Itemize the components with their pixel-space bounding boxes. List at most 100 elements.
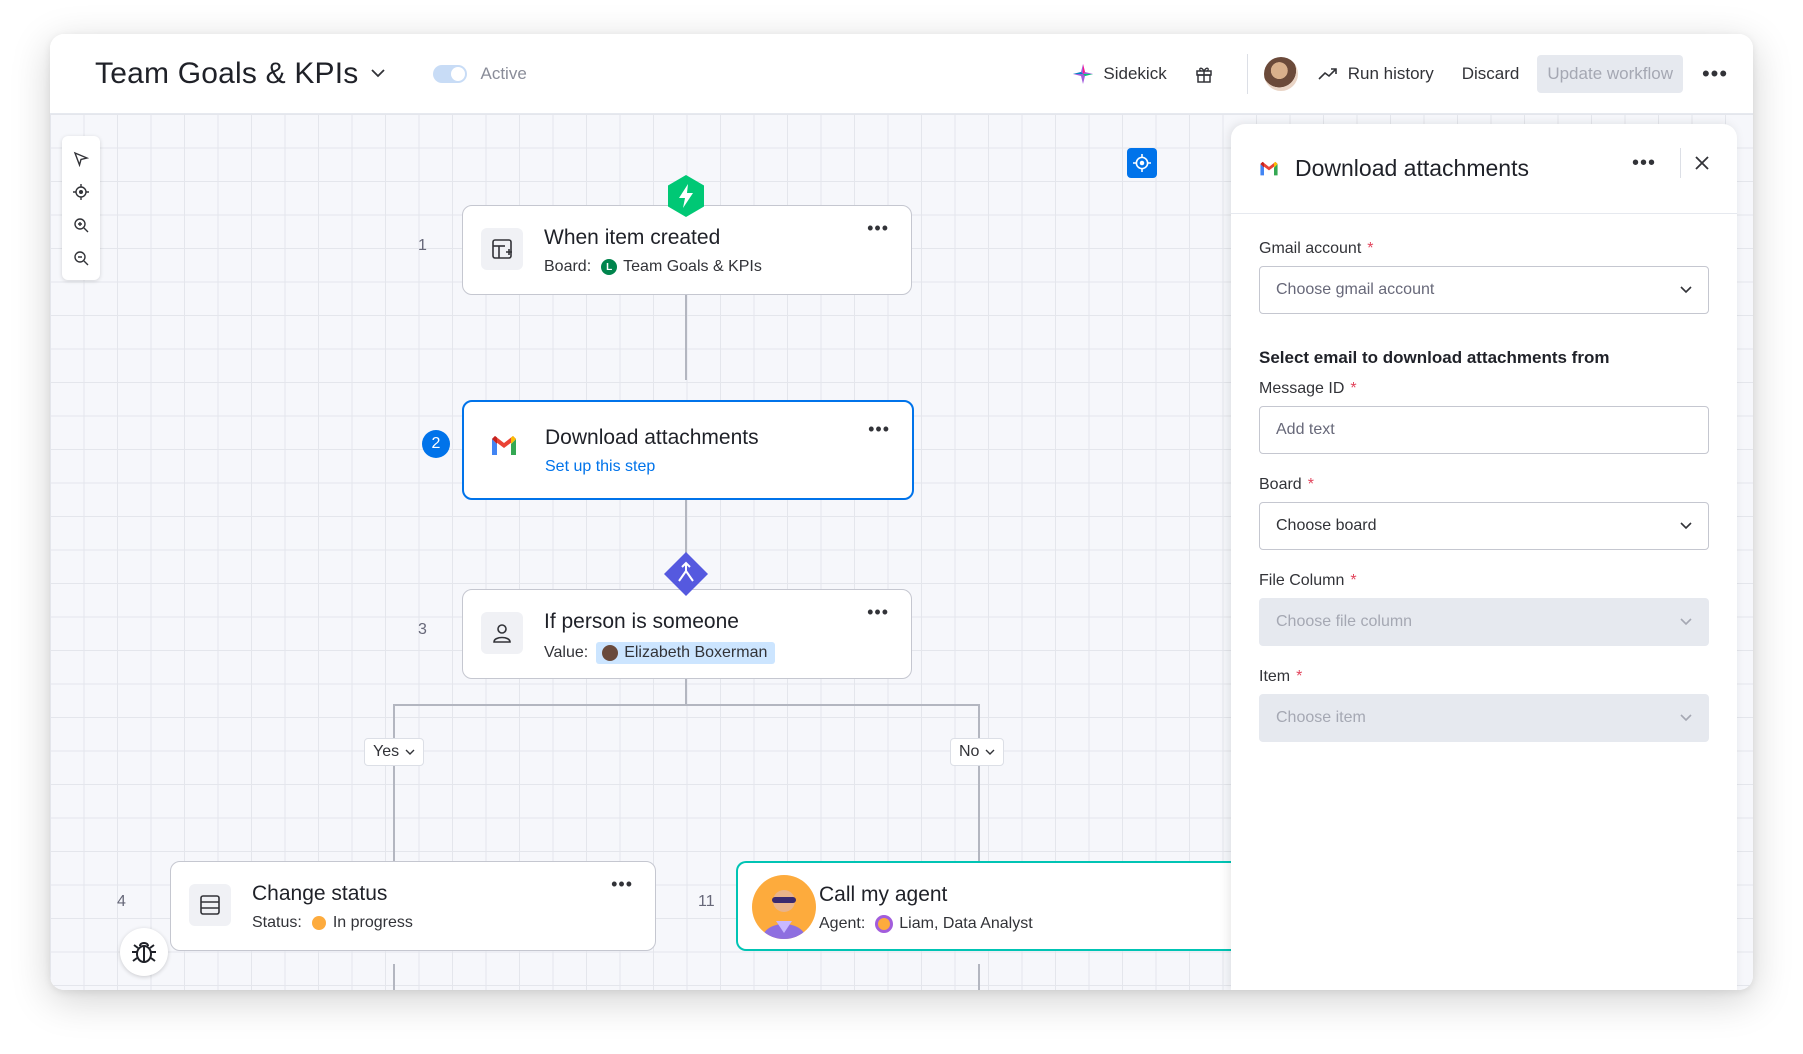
step-sub-label: Agent: xyxy=(819,915,866,932)
more-icon[interactable]: ••• xyxy=(1622,152,1666,175)
chevron-down-icon xyxy=(985,749,995,755)
step-title: Download attachments xyxy=(545,426,759,449)
connector xyxy=(393,964,395,990)
board-select[interactable]: Choose board xyxy=(1259,502,1709,550)
step-subtitle: Board: L Team Goals & KPIs xyxy=(544,258,762,276)
setup-step-link[interactable]: Set up this step xyxy=(545,458,655,476)
item-select[interactable]: Choose item xyxy=(1259,694,1709,742)
connector xyxy=(393,704,395,880)
field-label: Gmail account * xyxy=(1259,240,1709,258)
gift-button[interactable] xyxy=(1181,54,1237,94)
step-card-agent[interactable]: Call my agent Agent: Liam, Data Analyst xyxy=(736,861,1256,951)
step-card-trigger[interactable]: When item created Board: L Team Goals & … xyxy=(462,205,912,295)
step-title: When item created xyxy=(544,226,721,249)
field-label: File Column * xyxy=(1259,572,1709,590)
panel-header: Download attachments ••• xyxy=(1231,124,1737,214)
status-value: In progress xyxy=(332,914,413,931)
connector xyxy=(978,704,980,880)
message-id-placeholder: Add text xyxy=(1276,421,1335,438)
step-sub-label: Board: xyxy=(544,258,592,275)
gift-icon xyxy=(1195,67,1212,83)
avatar xyxy=(875,915,894,933)
board-letter: L xyxy=(601,259,618,275)
field-label: Board * xyxy=(1259,476,1709,494)
pointer-icon[interactable] xyxy=(70,148,92,170)
step-subtitle: Status: In progress xyxy=(252,914,413,932)
panel-body: Gmail account * Choose gmail account Sele… xyxy=(1231,214,1737,742)
board-placeholder: Choose board xyxy=(1276,517,1377,534)
required-mark: * xyxy=(1307,476,1314,493)
board-label: Board xyxy=(1259,476,1302,493)
sidekick-button[interactable]: Sidekick xyxy=(1059,54,1180,94)
table-icon xyxy=(189,884,231,926)
step-card-condition[interactable]: If person is someone Value: Elizabeth Bo… xyxy=(462,589,912,679)
branch-no-button[interactable]: No xyxy=(950,738,1005,766)
more-icon[interactable]: ••• xyxy=(867,602,889,623)
field-label: Message ID * xyxy=(1259,380,1709,398)
zoom-in-icon[interactable] xyxy=(70,214,92,236)
required-mark: * xyxy=(1296,668,1303,685)
target-icon[interactable] xyxy=(70,181,92,203)
gmail-account-select[interactable]: Choose gmail account xyxy=(1259,266,1709,314)
chevron-down-icon xyxy=(1680,286,1692,294)
lightning-icon xyxy=(664,174,708,218)
more-icon[interactable]: ••• xyxy=(868,419,890,440)
person-icon xyxy=(481,612,523,654)
bug-icon[interactable] xyxy=(120,928,168,976)
board-name: Team Goals & KPIs xyxy=(623,258,762,275)
step-sub-label: Status: xyxy=(252,914,302,931)
step-title: Change status xyxy=(252,882,388,905)
page-title: Team Goals & KPIs xyxy=(95,56,359,90)
gmail-account-label: Gmail account xyxy=(1259,240,1362,257)
step-subtitle: Value: Elizabeth Boxerman xyxy=(544,642,776,664)
panel-actions: ••• xyxy=(1622,148,1709,178)
step-settings-panel: Download attachments ••• Gmail account * … xyxy=(1231,124,1737,990)
step-card-gmail[interactable]: Download attachments Set up this step ••… xyxy=(462,400,914,500)
zoom-out-icon[interactable] xyxy=(70,247,92,269)
step-title: Call my agent xyxy=(819,883,948,906)
person-name: Elizabeth Boxerman xyxy=(624,644,768,661)
more-icon[interactable]: ••• xyxy=(611,874,633,895)
active-toggle[interactable] xyxy=(432,64,467,83)
avatar xyxy=(602,645,619,661)
message-id-input[interactable]: Add text xyxy=(1259,406,1709,454)
more-icon[interactable]: ••• xyxy=(867,218,889,239)
sidekick-icon xyxy=(1073,64,1094,84)
step-number: 3 xyxy=(418,621,427,638)
branch-no-label: No xyxy=(959,743,980,760)
chevron-down-icon[interactable] xyxy=(370,66,387,82)
field-label: Item * xyxy=(1259,668,1709,686)
recenter-button[interactable] xyxy=(1127,148,1157,178)
more-icon[interactable]: ••• xyxy=(1693,54,1737,94)
update-workflow-button[interactable]: Update workflow xyxy=(1537,55,1683,93)
run-history-button[interactable]: Run history xyxy=(1304,54,1448,94)
close-icon[interactable] xyxy=(1695,156,1709,170)
required-mark: * xyxy=(1367,240,1374,257)
canvas-toolbar xyxy=(62,136,100,280)
agent-name: Liam, Data Analyst xyxy=(899,915,1033,932)
agent-pill: Liam, Data Analyst xyxy=(875,915,1033,933)
run-history-icon xyxy=(1318,68,1337,80)
header-divider xyxy=(1246,54,1248,94)
agent-avatar xyxy=(752,875,816,939)
step-number: 4 xyxy=(117,893,126,910)
chevron-down-icon xyxy=(1680,522,1692,530)
step-title: If person is someone xyxy=(544,610,739,633)
file-column-placeholder: Choose file column xyxy=(1276,613,1413,630)
item-label: Item xyxy=(1259,668,1291,685)
step-sub-label: Value: xyxy=(544,644,589,661)
step-number: 2 xyxy=(431,435,441,452)
discard-button[interactable]: Discard xyxy=(1448,54,1534,94)
target-icon xyxy=(1133,154,1151,172)
avatar[interactable] xyxy=(1263,57,1298,91)
file-column-select[interactable]: Choose file column xyxy=(1259,598,1709,646)
header-actions: Sidekick Run history Discard Update work… xyxy=(1059,34,1753,114)
sidekick-label: Sidekick xyxy=(1103,64,1167,83)
run-history-label: Run history xyxy=(1347,64,1434,83)
step-card-status[interactable]: Change status Status: In progress ••• xyxy=(170,861,656,951)
step-number: 1 xyxy=(418,237,427,254)
branch-yes-button[interactable]: Yes xyxy=(364,738,425,766)
gmail-icon xyxy=(1259,161,1279,177)
gmail-icon xyxy=(490,435,518,457)
board-icon xyxy=(481,228,523,270)
